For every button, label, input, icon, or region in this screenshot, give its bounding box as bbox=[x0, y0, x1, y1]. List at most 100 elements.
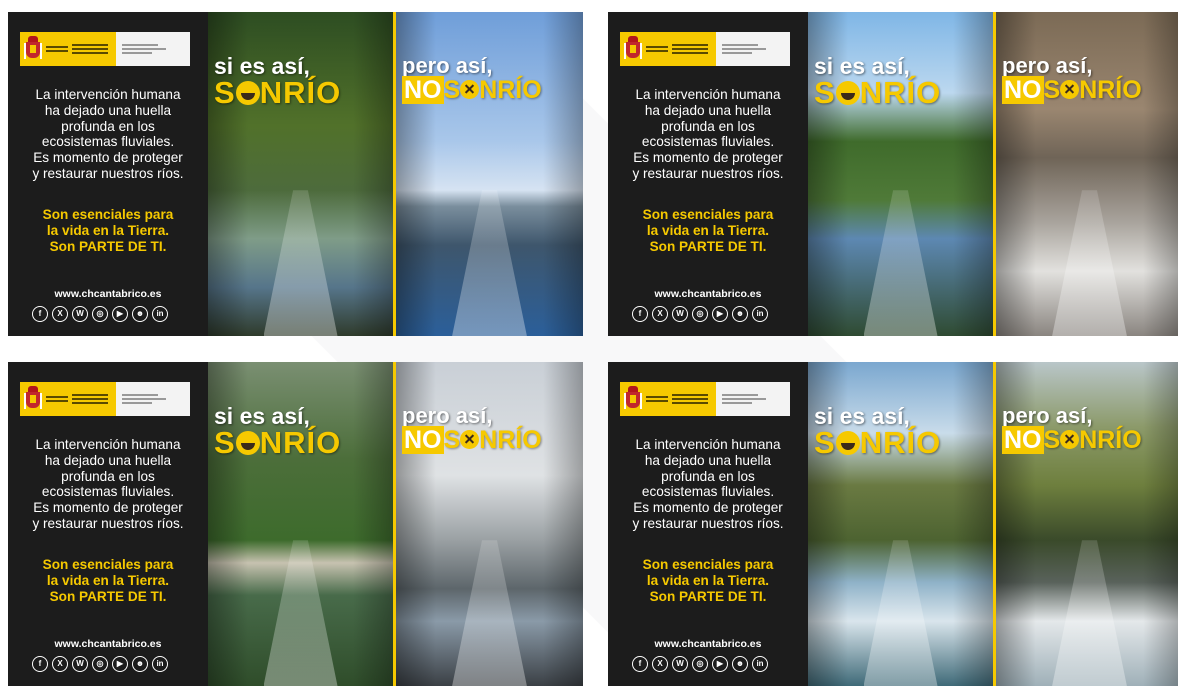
no-sonrio-text: NOS NRÍO bbox=[1002, 426, 1142, 454]
claim-line: Son esenciales para bbox=[42, 207, 174, 222]
claim-text: Son esenciales para la vida en la Tierra.… bbox=[18, 557, 198, 604]
instagram-icon[interactable]: ◎ bbox=[92, 656, 108, 672]
body-line: ecosistemas fluviales. bbox=[41, 134, 175, 150]
instagram-icon[interactable]: ◎ bbox=[692, 656, 708, 672]
body-line: ecosistemas fluviales. bbox=[641, 134, 775, 150]
bad-headline: pero así, NOS NRÍO bbox=[1002, 54, 1142, 104]
x-icon[interactable]: X bbox=[652, 306, 668, 322]
claim-line: la vida en la Tierra. bbox=[46, 572, 170, 588]
facebook-icon[interactable]: f bbox=[32, 656, 48, 672]
text-panel: La intervención humana ha dejado una huel… bbox=[608, 362, 808, 686]
youtube-icon[interactable]: ▶ bbox=[712, 656, 728, 672]
instagram-icon[interactable]: ◎ bbox=[92, 306, 108, 322]
social-icons: f X W ◎ ▶ ☻ in bbox=[632, 656, 768, 672]
body-line: ha dejado una huella bbox=[44, 102, 172, 118]
website-link[interactable]: www.chcantabrico.es bbox=[618, 638, 798, 650]
gobierno-logo bbox=[20, 382, 116, 416]
government-logo bbox=[20, 32, 190, 66]
flickr-icon[interactable]: ☻ bbox=[132, 656, 148, 672]
bad-headline: pero así, NOS NRÍO bbox=[402, 404, 542, 454]
crying-face-icon bbox=[460, 430, 480, 449]
body-text: La intervención humana ha dejado una huel… bbox=[618, 437, 798, 532]
campaign-poster: La intervención humana ha dejado una huel… bbox=[608, 12, 1178, 336]
website-link[interactable]: www.chcantabrico.es bbox=[618, 288, 798, 300]
body-line: profunda en los bbox=[61, 468, 155, 484]
smiling-face-icon bbox=[835, 431, 860, 455]
text-panel: La intervención humana ha dejado una huel… bbox=[8, 362, 208, 686]
government-logo bbox=[620, 382, 790, 416]
body-line: ha dejado una huella bbox=[644, 102, 772, 118]
bluesky-icon[interactable]: W bbox=[672, 306, 688, 322]
x-icon[interactable]: X bbox=[652, 656, 668, 672]
flickr-icon[interactable]: ☻ bbox=[732, 656, 748, 672]
sonrio-text: S NRÍO bbox=[214, 75, 342, 110]
youtube-icon[interactable]: ▶ bbox=[112, 656, 128, 672]
good-headline: si es así, S NRÍO bbox=[214, 404, 341, 458]
campaign-poster: La intervención humana ha dejado una huel… bbox=[8, 12, 583, 336]
good-headline: si es así, S NRÍO bbox=[214, 54, 341, 108]
claim-line: la vida en la Tierra. bbox=[646, 222, 770, 238]
social-icons: f X W ◎ ▶ ☻ in bbox=[32, 306, 168, 322]
body-line: La intervención humana bbox=[635, 87, 781, 102]
damaged-river-photo: pero así, NOS NRÍO bbox=[996, 362, 1178, 686]
linkedin-icon[interactable]: in bbox=[752, 656, 768, 672]
healthy-river-photo: si es así, S NRÍO bbox=[808, 12, 993, 336]
claim-text: Son esenciales para la vida en la Tierra.… bbox=[18, 207, 198, 254]
claim-line: Son esenciales para bbox=[642, 557, 774, 572]
body-line: profunda en los bbox=[61, 118, 155, 134]
campaign-poster: La intervención humana ha dejado una huel… bbox=[608, 362, 1178, 686]
bad-headline: pero así, NOS NRÍO bbox=[1002, 404, 1142, 454]
damaged-river-photo: pero así, NOS NRÍO bbox=[396, 12, 583, 336]
healthy-river-photo: si es así, S NRÍO bbox=[208, 362, 393, 686]
bluesky-icon[interactable]: W bbox=[72, 306, 88, 322]
sonrio-text: S NRÍO bbox=[214, 425, 342, 460]
ministry-logo bbox=[716, 32, 790, 66]
linkedin-icon[interactable]: in bbox=[152, 306, 168, 322]
bluesky-icon[interactable]: W bbox=[672, 656, 688, 672]
instagram-icon[interactable]: ◎ bbox=[692, 306, 708, 322]
linkedin-icon[interactable]: in bbox=[152, 656, 168, 672]
website-link[interactable]: www.chcantabrico.es bbox=[18, 288, 198, 300]
body-text: La intervención humana ha dejado una huel… bbox=[18, 87, 198, 182]
government-logo bbox=[620, 32, 790, 66]
text-panel: La intervención humana ha dejado una huel… bbox=[8, 12, 208, 336]
gobierno-logo bbox=[20, 32, 116, 66]
claim-line: la vida en la Tierra. bbox=[46, 222, 170, 238]
flickr-icon[interactable]: ☻ bbox=[132, 306, 148, 322]
body-text: La intervención humana ha dejado una huel… bbox=[18, 437, 198, 532]
bluesky-icon[interactable]: W bbox=[72, 656, 88, 672]
x-icon[interactable]: X bbox=[52, 306, 68, 322]
facebook-icon[interactable]: f bbox=[632, 656, 648, 672]
damaged-river-photo: pero así, NOS NRÍO bbox=[396, 362, 583, 686]
claim-line: Son esenciales para bbox=[42, 557, 174, 572]
bad-lead-text: pero así, bbox=[1002, 403, 1093, 428]
body-line: Es momento de proteger bbox=[633, 500, 783, 516]
website-link[interactable]: www.chcantabrico.es bbox=[18, 638, 198, 650]
body-line: Es momento de proteger bbox=[33, 150, 183, 166]
youtube-icon[interactable]: ▶ bbox=[712, 306, 728, 322]
linkedin-icon[interactable]: in bbox=[752, 306, 768, 322]
text-panel: La intervención humana ha dejado una huel… bbox=[608, 12, 808, 336]
ministry-logo bbox=[116, 32, 190, 66]
claim-text: Son esenciales para la vida en la Tierra.… bbox=[618, 557, 798, 604]
facebook-icon[interactable]: f bbox=[632, 306, 648, 322]
no-sonrio-text: NOS NRÍO bbox=[402, 76, 542, 104]
facebook-icon[interactable]: f bbox=[32, 306, 48, 322]
flickr-icon[interactable]: ☻ bbox=[732, 306, 748, 322]
bad-headline: pero así, NOS NRÍO bbox=[402, 54, 542, 104]
claim-line: Son PARTE DE TI. bbox=[649, 588, 767, 604]
body-line: Es momento de proteger bbox=[33, 500, 183, 516]
social-icons: f X W ◎ ▶ ☻ in bbox=[32, 656, 168, 672]
social-icons: f X W ◎ ▶ ☻ in bbox=[632, 306, 768, 322]
no-sonrio-text: NOS NRÍO bbox=[402, 426, 542, 454]
body-line: La intervención humana bbox=[35, 437, 181, 452]
x-icon[interactable]: X bbox=[52, 656, 68, 672]
good-headline: si es así, S NRÍO bbox=[814, 54, 941, 108]
claim-text: Son esenciales para la vida en la Tierra.… bbox=[618, 207, 798, 254]
government-logo bbox=[20, 382, 190, 416]
body-line: La intervención humana bbox=[635, 437, 781, 452]
crying-face-icon bbox=[1060, 430, 1080, 449]
youtube-icon[interactable]: ▶ bbox=[112, 306, 128, 322]
smiling-face-icon bbox=[235, 431, 260, 455]
no-sonrio-text: NOS NRÍO bbox=[1002, 76, 1142, 104]
